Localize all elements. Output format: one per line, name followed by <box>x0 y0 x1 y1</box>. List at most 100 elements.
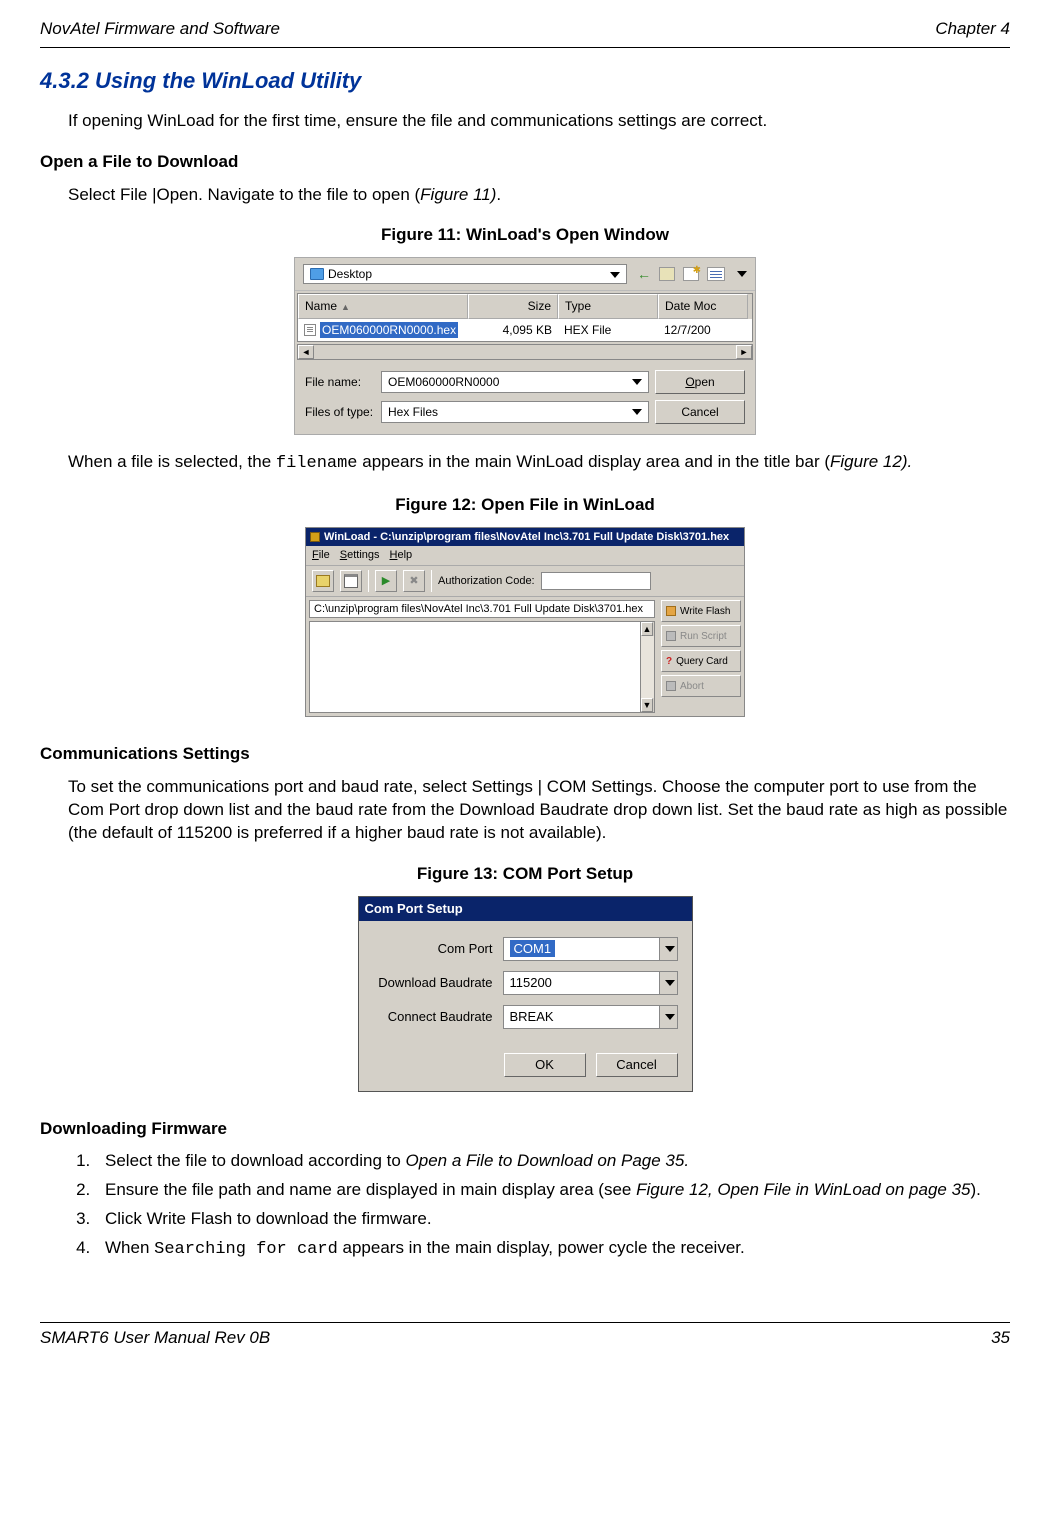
print-icon[interactable] <box>340 570 362 592</box>
download-baud-label: Download Baudrate <box>373 974 503 992</box>
comport-dropdown[interactable]: COM1 <box>503 937 678 961</box>
open-icon[interactable] <box>312 570 334 592</box>
list-item: Select the file to download according to… <box>95 1150 1010 1173</box>
running-header: NovAtel Firmware and Software Chapter 4 <box>40 18 1010 41</box>
main-display-area: ▲ ▼ <box>309 621 655 713</box>
toolbar: ▶ ✖ Authorization Code: <box>306 566 744 597</box>
menu-help[interactable]: Help <box>390 548 413 563</box>
connect-baud-dropdown[interactable]: BREAK <box>503 1005 678 1029</box>
connect-baud-label: Connect Baudrate <box>373 1008 503 1026</box>
filename-input[interactable]: OEM060000RN0000 <box>381 371 649 393</box>
abort-icon <box>666 681 676 691</box>
auth-code-label: Authorization Code: <box>438 574 535 589</box>
figure13-dialog: Com Port Setup Com Port COM1 Download Ba… <box>358 896 693 1092</box>
comport-titlebar: Com Port Setup <box>359 897 692 921</box>
menu-file[interactable]: File <box>312 548 330 563</box>
file-row[interactable]: OEM060000RN0000.hex 4,095 KB HEX File 12… <box>298 319 752 341</box>
open-file-paragraph: Select File |Open. Navigate to the file … <box>68 184 1010 207</box>
scroll-down-icon[interactable]: ▼ <box>641 698 653 712</box>
run-script-icon <box>666 631 676 641</box>
chevron-down-icon[interactable] <box>737 271 747 277</box>
new-folder-icon[interactable] <box>683 267 699 281</box>
footer-left: SMART6 User Manual Rev 0B <box>40 1327 270 1350</box>
cancel-button[interactable]: Cancel <box>655 400 745 424</box>
file-list: Name ▲ Size Type Date Moc OEM060000RN0000… <box>297 293 753 341</box>
auth-code-input[interactable] <box>541 572 651 590</box>
cancel-button[interactable]: Cancel <box>596 1053 678 1077</box>
lookin-dropdown[interactable]: Desktop <box>303 264 627 284</box>
menu-settings[interactable]: Settings <box>340 548 380 563</box>
app-icon <box>310 532 320 542</box>
vscrollbar[interactable]: ▲ ▼ <box>640 622 654 712</box>
chevron-down-icon <box>659 1006 677 1028</box>
download-steps: Select the file to download according to… <box>95 1150 1010 1262</box>
filetype-label: Files of type: <box>305 404 375 420</box>
col-date: Date Moc <box>665 299 716 313</box>
header-right: Chapter 4 <box>935 18 1010 41</box>
filetype-input[interactable]: Hex Files <box>381 401 649 423</box>
menubar[interactable]: File Settings Help <box>306 546 744 566</box>
scroll-left-icon[interactable]: ◄ <box>298 345 314 359</box>
chevron-down-icon <box>659 972 677 994</box>
figure11-dialog: Desktop ← Name ▲ Size Type Date Moc OEM06… <box>294 257 756 434</box>
sort-ascending-icon: ▲ <box>341 302 350 312</box>
open-button[interactable]: Open <box>655 370 745 394</box>
header-left: NovAtel Firmware and Software <box>40 18 280 41</box>
after-fig11-paragraph: When a file is selected, the filename ap… <box>68 451 1010 476</box>
hscrollbar[interactable]: ◄ ► <box>297 344 753 360</box>
query-card-button[interactable]: ?Query Card <box>661 650 741 672</box>
file-size-cell: 4,095 KB <box>503 323 552 337</box>
running-footer: SMART6 User Manual Rev 0B 35 <box>40 1327 1010 1350</box>
list-item: When Searching for card appears in the m… <box>95 1237 1010 1262</box>
col-type: Type <box>565 299 591 313</box>
list-item: Click Write Flash to download the firmwa… <box>95 1208 1010 1231</box>
abort-button[interactable]: Abort <box>661 675 741 697</box>
figure12-window: WinLoad - C:\unzip\program files\NovAtel… <box>305 527 745 718</box>
comms-paragraph: To set the communications port and baud … <box>68 776 1010 845</box>
lookin-value: Desktop <box>328 266 372 282</box>
play-icon[interactable]: ▶ <box>375 570 397 592</box>
chevron-down-icon <box>659 938 677 960</box>
query-icon: ? <box>666 655 672 669</box>
file-icon <box>304 324 316 336</box>
scroll-right-icon[interactable]: ► <box>736 345 752 359</box>
sub-heading-open-file: Open a File to Download <box>40 151 1010 174</box>
lookin-bar: Desktop ← <box>295 258 755 291</box>
up-folder-icon[interactable] <box>659 267 675 281</box>
chevron-down-icon <box>632 379 642 385</box>
list-item: Ensure the file path and name are displa… <box>95 1179 1010 1202</box>
file-type-cell: HEX File <box>564 323 611 337</box>
sub-heading-comms: Communications Settings <box>40 743 1010 766</box>
figure13-caption: Figure 13: COM Port Setup <box>40 863 1010 886</box>
view-menu-icon[interactable] <box>707 267 725 281</box>
file-date-cell: 12/7/200 <box>664 323 711 337</box>
stop-icon[interactable]: ✖ <box>403 570 425 592</box>
intro-paragraph: If opening WinLoad for the first time, e… <box>68 110 1010 133</box>
section-heading: 4.3.2 Using the WinLoad Utility <box>40 66 1010 96</box>
path-display: C:\unzip\program files\NovAtel Inc\3.701… <box>309 600 655 618</box>
file-name-cell: OEM060000RN0000.hex <box>320 322 458 338</box>
scroll-up-icon[interactable]: ▲ <box>641 622 653 636</box>
col-size: Size <box>528 299 551 313</box>
bottom-rule <box>40 1322 1010 1323</box>
ok-button[interactable]: OK <box>504 1053 586 1077</box>
chevron-down-icon <box>632 409 642 415</box>
figure12-caption: Figure 12: Open File in WinLoad <box>40 494 1010 517</box>
titlebar: WinLoad - C:\unzip\program files\NovAtel… <box>306 528 744 547</box>
separator <box>431 570 432 592</box>
filename-label: File name: <box>305 374 375 390</box>
separator <box>368 570 369 592</box>
col-name: Name <box>305 299 337 313</box>
footer-right: 35 <box>991 1327 1010 1350</box>
figure11-caption: Figure 11: WinLoad's Open Window <box>40 224 1010 247</box>
back-icon[interactable]: ← <box>637 265 651 284</box>
run-script-button[interactable]: Run Script <box>661 625 741 647</box>
top-rule <box>40 47 1010 48</box>
dialog-bottom: File name: OEM060000RN0000 Open Files of… <box>295 362 755 434</box>
write-flash-button[interactable]: Write Flash <box>661 600 741 622</box>
side-buttons: Write Flash Run Script ?Query Card Abort <box>658 597 744 716</box>
file-list-header[interactable]: Name ▲ Size Type Date Moc <box>298 294 752 318</box>
download-baud-dropdown[interactable]: 115200 <box>503 971 678 995</box>
comport-label: Com Port <box>373 940 503 958</box>
desktop-icon <box>310 268 324 280</box>
